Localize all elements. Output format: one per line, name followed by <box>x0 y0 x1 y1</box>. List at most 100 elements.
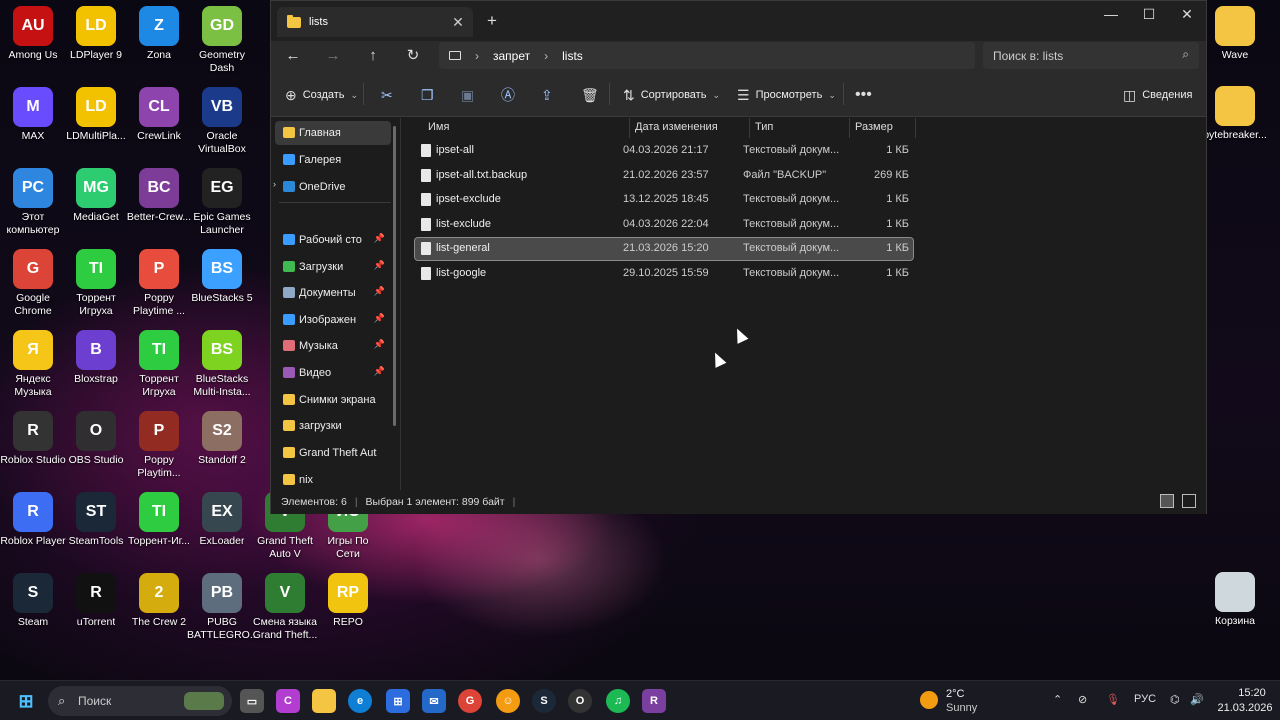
desktop-icon[interactable]: 2 The Crew 2 <box>126 569 192 647</box>
file-row[interactable]: ipset-all.txt.backup 21.02.2026 23:57 Файл… <box>415 165 913 187</box>
nav-item[interactable]: Grand Theft Aut <box>275 441 391 465</box>
desktop-icon[interactable]: O OBS Studio <box>63 407 129 485</box>
column-header-size[interactable]: Размер <box>849 118 915 138</box>
nav-item[interactable]: Видео 📌 <box>275 361 391 385</box>
desktop-icon[interactable]: PB PUBG BATTLEGRO... <box>187 569 257 647</box>
steam-icon[interactable]: S <box>532 689 556 713</box>
close-window-button[interactable]: ✕ <box>1167 1 1207 29</box>
search-input[interactable]: Поиск в: lists ⌕ <box>983 42 1199 69</box>
desktop-icon[interactable]: RP REPO <box>315 569 381 647</box>
desktop-icon[interactable]: BC Better-Crew... <box>126 164 192 242</box>
clock-date[interactable]: 21.03.2026 <box>1214 702 1276 714</box>
nav-item[interactable]: Снимки экрана <box>275 388 391 412</box>
delete-button[interactable]: 🗑 <box>581 85 599 105</box>
file-row[interactable]: list-google 29.10.2025 15:59 Текстовый док… <box>415 263 913 285</box>
column-header-name[interactable]: Имя <box>422 118 632 138</box>
view-button[interactable]: ☰ Просмотреть ⌄ <box>737 85 836 105</box>
copilot-icon[interactable]: C <box>276 689 300 713</box>
cut-button[interactable]: ✂ <box>381 85 393 105</box>
forward-button[interactable]: → <box>319 45 347 67</box>
desktop-icon[interactable]: TI Торрент Игруха <box>63 245 129 323</box>
nav-item[interactable]: Рабочий сто 📌 <box>275 228 391 252</box>
nav-item[interactable]: Документы 📌 <box>275 281 391 305</box>
desktop-icon[interactable]: G Google Chrome <box>0 245 66 323</box>
mail-icon[interactable]: ✉ <box>422 689 446 713</box>
desktop-icon[interactable]: P Poppy Playtime ... <box>126 245 192 323</box>
breadcrumb-item-lists[interactable]: lists <box>562 49 583 63</box>
winrar-icon[interactable]: R <box>642 689 666 713</box>
create-button[interactable]: ⊕ Создать ⌄ <box>285 85 358 105</box>
wifi-icon[interactable]: ⌬ <box>1170 693 1180 706</box>
language-indicator[interactable]: РУС <box>1134 693 1156 705</box>
desktop-icon[interactable]: R Roblox Player <box>0 488 66 566</box>
details-button[interactable]: ◫ Сведения <box>1123 85 1193 105</box>
nav-item[interactable]: nix <box>275 468 391 492</box>
desktop-icon[interactable]: CL CrewLink <box>126 83 192 161</box>
expand-chevron-icon[interactable]: › <box>273 179 276 189</box>
new-tab-button[interactable]: + <box>487 11 497 31</box>
taskbar-search[interactable]: ⌕ Поиск <box>48 686 232 716</box>
desktop-icon[interactable]: VB Oracle VirtualBox <box>189 83 255 161</box>
desktop-icon[interactable]: P Poppy Playtim... <box>126 407 192 485</box>
clock-time[interactable]: 15:20 <box>1230 687 1274 699</box>
desktop-icon[interactable]: PC Этот компьютер <box>0 164 66 242</box>
start-button[interactable]: ⊞ <box>14 689 38 713</box>
file-row[interactable]: list-general 21.03.2026 15:20 Текстовый до… <box>414 237 914 262</box>
up-button[interactable]: ↑ <box>359 45 387 67</box>
desktop-icon[interactable]: V Смена языка Grand Theft... <box>252 569 318 647</box>
desktop-icon[interactable]: BS BlueStacks 5 <box>189 245 255 323</box>
desktop-icon[interactable]: GD Geometry Dash <box>189 2 255 80</box>
spotify-icon[interactable]: ♫ <box>606 689 630 713</box>
file-row[interactable]: ipset-all 04.03.2026 21:17 Текстовый докум… <box>415 140 913 162</box>
tab-lists[interactable]: lists ✕ <box>277 7 473 37</box>
desktop-icon[interactable]: Z Zona <box>126 2 192 80</box>
nav-item[interactable]: Изображен 📌 <box>275 308 391 332</box>
volume-icon[interactable]: 🔊 <box>1190 693 1204 706</box>
nav-item[interactable]: Музыка 📌 <box>275 334 391 358</box>
microphone-icon[interactable]: 🎙 <box>1106 693 1120 706</box>
desktop-icon[interactable]: LD LDMultiPla... <box>63 83 129 161</box>
desktop-icon[interactable]: Wave <box>1202 2 1268 80</box>
tiles-view-button[interactable] <box>1182 494 1196 508</box>
nav-item[interactable]: Галерея <box>275 148 391 172</box>
desktop-icon[interactable]: S2 Standoff 2 <box>189 407 255 485</box>
column-header-type[interactable]: Тип <box>749 118 849 138</box>
nav-item[interactable]: загрузки <box>275 414 391 438</box>
show-hidden-icons-button[interactable]: ⌃ <box>1053 693 1062 706</box>
nav-item[interactable]: Загрузки 📌 <box>275 255 391 279</box>
paste-button[interactable]: ▣ <box>461 85 474 105</box>
desktop-icon[interactable]: TI Торрент-Иг... <box>126 488 192 566</box>
file-row[interactable]: ipset-exclude 13.12.2025 18:45 Текстовый д… <box>415 189 913 211</box>
column-header-date[interactable]: Дата изменения <box>629 118 749 138</box>
desktop-icon[interactable]: EG Epic Games Launcher <box>189 164 255 242</box>
copy-button[interactable]: ❐ <box>421 85 434 105</box>
desktop-icon[interactable]: MG MediaGet <box>63 164 129 242</box>
task-view-button[interactable]: ▭ <box>240 689 264 713</box>
details-view-button[interactable] <box>1160 494 1174 508</box>
nav-item[interactable]: Главная <box>275 121 391 145</box>
game-app-icon[interactable]: ☺ <box>496 689 520 713</box>
desktop-icon[interactable]: BS BlueStacks Multi-Insta... <box>189 326 255 404</box>
desktop-icon[interactable]: RuTorrent <box>63 569 129 647</box>
edge-icon[interactable]: e <box>348 689 372 713</box>
weather-icon[interactable] <box>920 691 938 709</box>
desktop-icon[interactable]: LD LDPlayer 9 <box>63 2 129 80</box>
desktop-icon[interactable]: R Roblox Studio <box>0 407 66 485</box>
desktop-icon[interactable]: S Steam <box>0 569 66 647</box>
minimize-button[interactable]: — <box>1091 1 1131 29</box>
refresh-button[interactable]: ↻ <box>399 45 427 67</box>
desktop-icon[interactable]: Корзина <box>1202 568 1268 646</box>
desktop-icon[interactable]: TI Торрент Игруха <box>126 326 192 404</box>
desktop-icon[interactable]: M MAX <box>0 83 66 161</box>
desktop-icon[interactable]: AU Among Us <box>0 2 66 80</box>
maximize-button[interactable]: ☐ <box>1129 1 1169 29</box>
file-row[interactable]: list-exclude 04.03.2026 22:04 Текстовый до… <box>415 214 913 236</box>
desktop-icon[interactable]: EX ExLoader <box>189 488 255 566</box>
sort-button[interactable]: ⇅ Сортировать ⌄ <box>623 85 720 105</box>
desktop-icon[interactable]: ST SteamTools <box>63 488 129 566</box>
more-options-button[interactable]: ••• <box>855 85 872 105</box>
rename-button[interactable]: Ⓐ <box>501 85 515 105</box>
desktop-icon[interactable]: Я Яндекс Музыка <box>0 326 66 404</box>
file-explorer-taskbar-icon[interactable] <box>312 689 336 713</box>
chrome-icon[interactable]: G <box>458 689 482 713</box>
